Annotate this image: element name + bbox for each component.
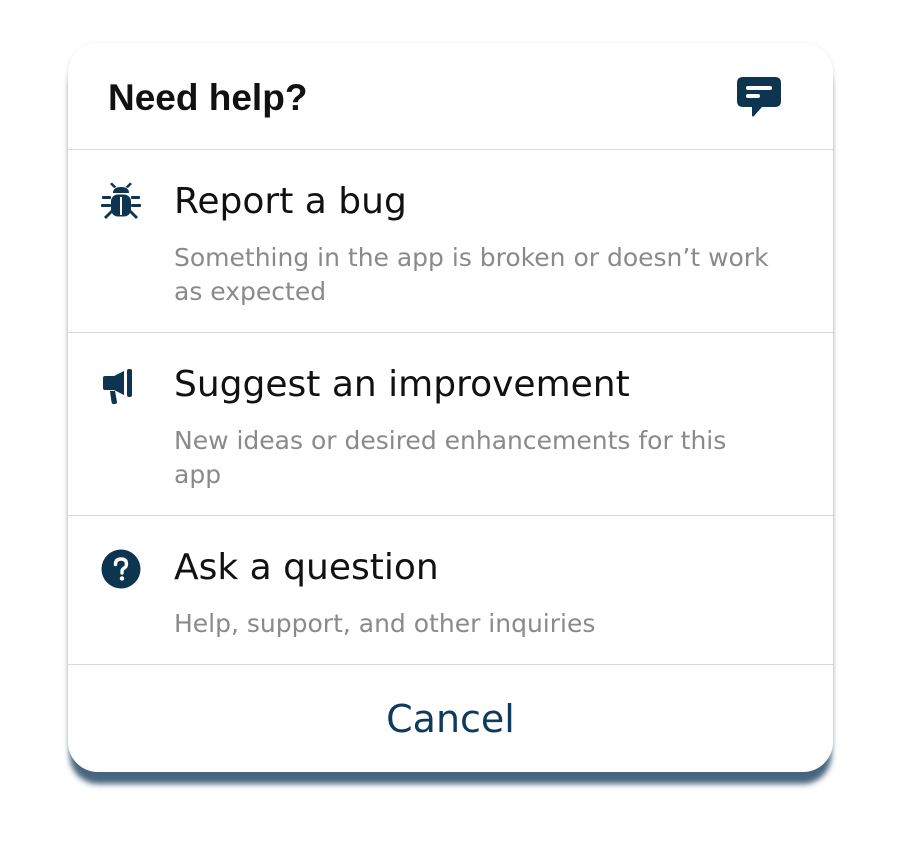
option-description: Help, support, and other inquiries: [174, 609, 596, 638]
page: Need help? Report a bug Something in the…: [0, 0, 900, 844]
megaphone-icon: [103, 369, 132, 404]
option-description: Something in the app is broken or doesn’…: [174, 243, 769, 306]
bug-icon: [101, 182, 141, 219]
dialog-header: Need help?: [68, 43, 833, 150]
option-suggest-improvement[interactable]: Suggest an improvement New ideas or desi…: [68, 333, 833, 516]
option-title: Report a bug: [174, 181, 407, 222]
option-title: Suggest an improvement: [174, 364, 630, 405]
option-ask-question[interactable]: Ask a question Help, support, and other …: [68, 516, 833, 665]
option-title: Ask a question: [174, 547, 439, 588]
dialog-title: Need help?: [108, 77, 308, 118]
chat-bubble-icon[interactable]: [736, 75, 782, 119]
help-dialog: Need help? Report a bug Something in the…: [68, 43, 833, 772]
option-report-bug[interactable]: Report a bug Something in the app is bro…: [68, 150, 833, 333]
option-description: New ideas or desired enhancements for th…: [174, 426, 727, 489]
question-circle-icon: [101, 549, 141, 589]
cancel-button[interactable]: Cancel: [68, 665, 833, 772]
